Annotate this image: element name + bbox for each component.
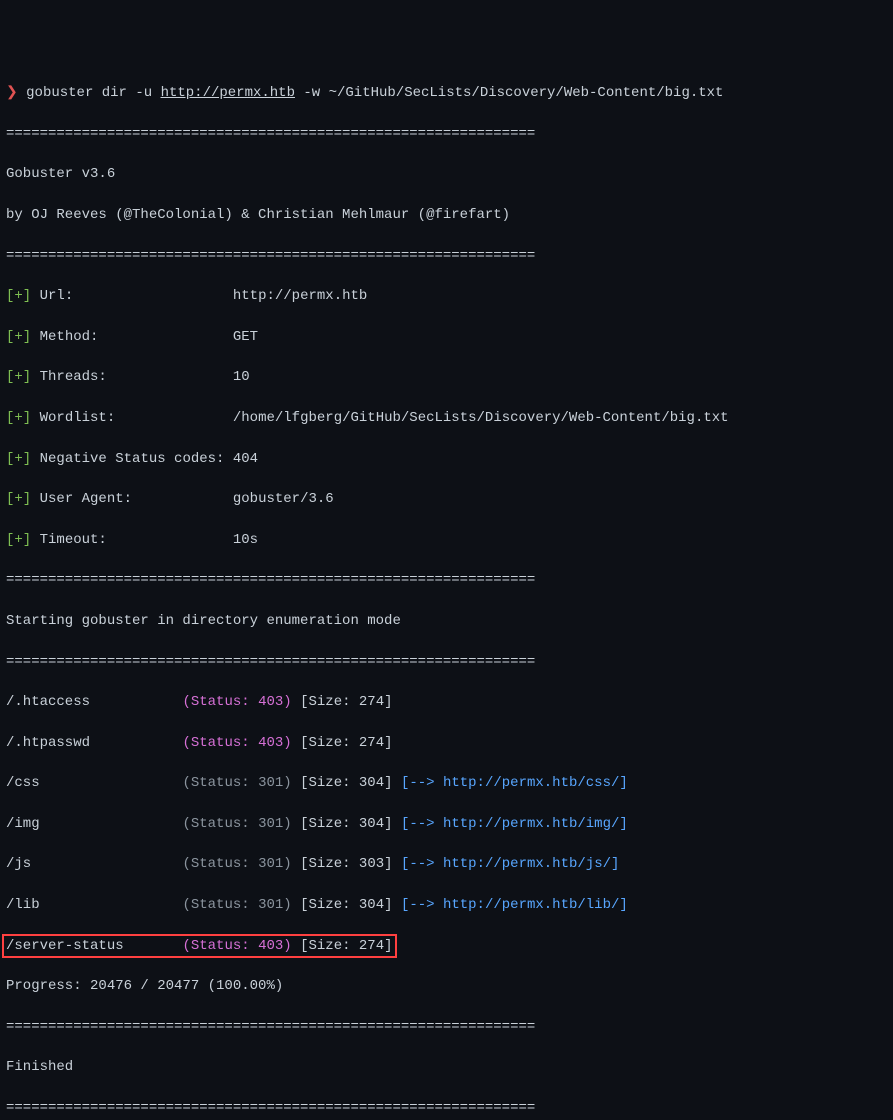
starting-line: Starting gobuster in directory enumerati… [6,611,887,631]
result-row: /js (Status: 301) [Size: 303] [--> http:… [6,854,887,874]
config-row: [+] Method: GET [6,327,887,347]
result-row: /img (Status: 301) [Size: 304] [--> http… [6,814,887,834]
separator: ========================================… [6,124,887,144]
finished-line: Finished [6,1057,887,1077]
result-row: /lib (Status: 301) [Size: 304] [--> http… [6,895,887,915]
command-line[interactable]: ❯ gobuster dir -u http://permx.htb -w ~/… [6,83,887,103]
version-line: Gobuster v3.6 [6,164,887,184]
authors-line: by OJ Reeves (@TheColonial) & Christian … [6,205,887,225]
config-row: [+] Threads: 10 [6,367,887,387]
separator: ========================================… [6,652,887,672]
config-row: [+] Timeout: 10s [6,530,887,550]
separator: ========================================… [6,246,887,266]
separator: ========================================… [6,1098,887,1118]
prompt-symbol: ❯ [6,85,18,101]
command-text: gobuster dir -u http://permx.htb -w ~/Gi… [26,85,723,101]
config-row: [+] Url: http://permx.htb [6,286,887,306]
result-row: /css (Status: 301) [Size: 304] [--> http… [6,773,887,793]
result-row: /.htpasswd (Status: 403) [Size: 274] [6,733,887,753]
config-row: [+] Wordlist: /home/lfgberg/GitHub/SecLi… [6,408,887,428]
progress-line: Progress: 20476 / 20477 (100.00%) [6,976,887,996]
highlighted-result-row: /server-status (Status: 403) [Size: 274] [6,936,887,956]
result-row: /.htaccess (Status: 403) [Size: 274] [6,692,887,712]
config-row: [+] User Agent: gobuster/3.6 [6,489,887,509]
config-row: [+] Negative Status codes: 404 [6,449,887,469]
separator: ========================================… [6,570,887,590]
separator: ========================================… [6,1017,887,1037]
highlight-box: /server-status (Status: 403) [Size: 274] [2,934,397,958]
